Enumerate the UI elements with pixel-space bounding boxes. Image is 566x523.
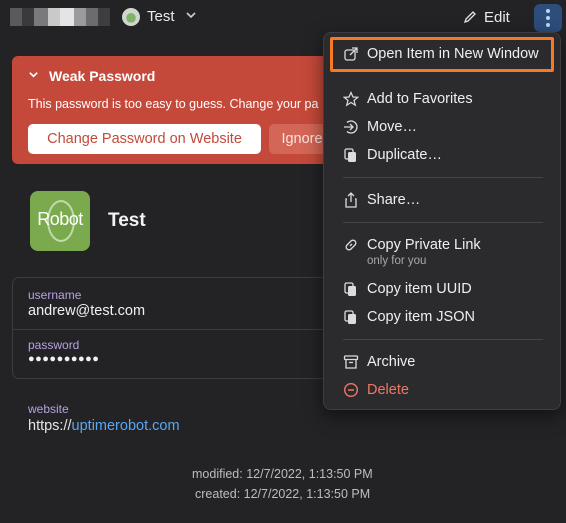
menu-item-label: Duplicate… (367, 147, 442, 163)
menu-item-label: Copy item JSON (367, 309, 475, 325)
menu-item-label: Copy Private Link (367, 237, 481, 253)
username-value[interactable]: andrew@test.com (28, 303, 145, 319)
chevron-down-icon[interactable] (28, 69, 39, 83)
kebab-dot (546, 23, 550, 27)
chevron-down-icon[interactable] (185, 9, 197, 21)
pencil-icon (463, 11, 476, 24)
menu-item-archive[interactable]: Archive (324, 350, 560, 374)
created-date: created: 12/7/2022, 1:13:50 PM (195, 487, 371, 501)
menu-item-move[interactable]: Move… (324, 115, 560, 139)
modified-date: modified: 12/7/2022, 1:13:50 PM (192, 467, 373, 481)
menu-item-label: Copy item UUID (367, 281, 472, 297)
menu-item-copy-uuid[interactable]: Copy item UUID (324, 277, 560, 301)
share-icon (345, 192, 357, 208)
open-external-icon (344, 47, 358, 61)
menu-item-sublabel: only for you (367, 255, 427, 267)
star-icon (343, 91, 359, 107)
username-label: username (28, 288, 82, 302)
menu-item-copy-json[interactable]: Copy item JSON (324, 305, 560, 329)
banner-title: Weak Password (49, 68, 156, 84)
divider (13, 329, 353, 330)
menu-item-label: Delete (367, 382, 409, 398)
item-logo: Robot (30, 191, 90, 251)
website-prefix: https:// (28, 418, 72, 434)
menu-item-label: Move… (367, 119, 417, 135)
item-options-menu: Open Item in New Window Add to Favorites… (323, 32, 561, 410)
menu-separator (343, 222, 543, 223)
password-value[interactable]: ●●●●●●●●●● (28, 353, 99, 365)
banner-message: This password is too easy to guess. Chan… (28, 97, 319, 111)
kebab-dot (546, 9, 550, 13)
menu-item-duplicate[interactable]: Duplicate… (324, 143, 560, 167)
website-value: https://uptimerobot.com (28, 418, 180, 434)
website-label: website (28, 402, 69, 416)
password-label: password (28, 338, 80, 352)
account-avatar-pixelated (10, 8, 110, 26)
menu-item-open-new-window[interactable]: Open Item in New Window (324, 42, 560, 66)
duplicate-icon (344, 148, 356, 162)
menu-item-delete[interactable]: Delete (324, 378, 560, 402)
menu-item-label: Archive (367, 354, 416, 370)
copy-icon (344, 282, 356, 296)
top-bar: Test Edit (0, 0, 566, 34)
menu-item-add-favorites[interactable]: Add to Favorites (324, 87, 560, 111)
menu-separator (343, 339, 543, 340)
more-options-button[interactable] (534, 4, 562, 32)
banner-header[interactable]: Weak Password (28, 68, 155, 84)
menu-item-share[interactable]: Share… (324, 188, 560, 212)
menu-item-label: Add to Favorites (367, 91, 473, 107)
logo-text: Robot (37, 209, 83, 229)
copy-icon (344, 310, 356, 324)
link-icon (345, 239, 357, 251)
delete-icon (343, 382, 359, 398)
menu-separator (343, 177, 543, 178)
credentials-section: username andrew@test.com password ●●●●●●… (12, 277, 353, 379)
item-title: Test (108, 210, 146, 231)
change-password-button[interactable]: Change Password on Website (28, 124, 261, 154)
archive-icon (343, 355, 359, 369)
vault-icon[interactable] (122, 8, 140, 26)
edit-label: Edit (484, 8, 510, 26)
menu-item-label: Open Item in New Window (367, 46, 539, 62)
menu-item-label: Share… (367, 192, 421, 208)
edit-button[interactable]: Edit (462, 6, 510, 28)
website-link[interactable]: uptimerobot.com (72, 418, 180, 434)
weak-password-banner: Weak Password This password is too easy … (12, 56, 352, 164)
kebab-dot (546, 16, 550, 20)
move-icon (344, 120, 358, 134)
menu-item-copy-private-link[interactable]: Copy Private Link only for you (324, 233, 560, 271)
vault-name[interactable]: Test (147, 8, 175, 25)
